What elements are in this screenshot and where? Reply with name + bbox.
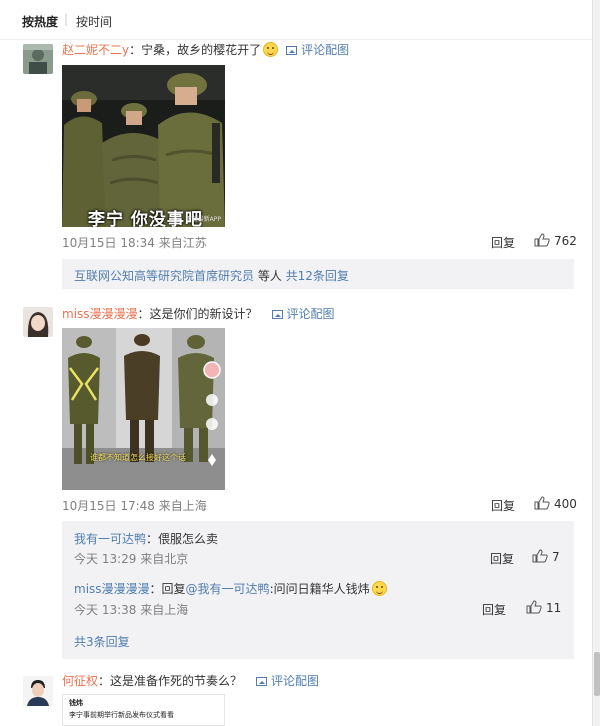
preview-title: 钱炜 [69,699,83,707]
thumbs-up-icon [534,233,550,247]
sub-reply-button[interactable]: 回复 [490,550,514,567]
avatar-image [23,44,53,74]
comment-image-link[interactable]: 评论配图 [286,41,349,58]
sub-reply-timestamp: 今天 13:29 来自北京 [74,552,189,566]
like-count: 762 [554,234,577,248]
replies-summary-suffix: 等人 [254,269,286,283]
sub-replies-box: 我有一可达鸭：偎服怎么卖 今天 13:29 来自北京 回复 7 miss漫漫漫漫… [62,521,574,659]
reply-button[interactable]: 回复 [491,234,515,251]
sort-divider: | [64,12,69,26]
comment-photo [62,328,225,490]
image-icon [271,310,283,319]
image-icon [256,677,268,686]
replies-summary-user[interactable]: 互联网公知高等研究院首席研究员 [74,269,254,283]
sub-reply-text: ：偎服怎么卖 [146,532,219,546]
sub-reply-username[interactable]: miss漫漫漫漫 [74,582,150,596]
sub-reply-button[interactable]: 回复 [482,601,506,618]
avatar-image [23,307,53,337]
view-all-replies-link[interactable]: 共3条回复 [74,633,130,650]
avatar[interactable] [23,676,53,706]
sub-reply-text: ：回复 [149,582,186,596]
sort-by-time-tab[interactable]: 按时间 [76,13,112,30]
sub-reply-text-cont: :问问日籍华人钱炜 [269,582,370,596]
comment-username[interactable]: 赵二妮不二y [62,43,129,57]
like-button[interactable]: 762 [534,233,577,248]
avatar[interactable] [23,44,53,74]
comment-image-link[interactable]: 评论配图 [271,305,335,322]
replies-summary-box: 互联网公知高等研究院首席研究员 等人 共12条回复 [62,259,574,289]
smile-emoji-icon [263,42,279,57]
comment-image-link-label: 评论配图 [301,43,350,57]
image-watermark: 下载最新APP [185,216,221,223]
thumbs-up-icon [532,549,548,563]
comment-photo [62,65,225,227]
image-caption: 谁都不知道怎么接好这个话 [90,453,186,462]
sub-reply-line: 我有一可达鸭：偎服怎么卖 [74,530,218,547]
image-icon [286,46,298,55]
avatar-image [23,676,53,706]
comment-image[interactable]: 李宁 你没事吧 下载最新APP [62,65,225,227]
sub-reply-like-count: 11 [546,601,562,615]
sub-reply-like-count: 7 [552,550,560,564]
sort-by-hot-tab[interactable]: 按热度 [22,13,58,30]
scrollbar[interactable] [592,0,600,726]
comment-text: ：这是你们的新设计？ [137,307,258,321]
comment-image[interactable]: 钱炜 李宁事前期举行新品发布仪式看看 [62,694,225,726]
laugh-emoji-icon [371,581,387,596]
thumbs-up-icon [534,496,550,510]
like-count: 400 [554,497,577,511]
comment-image[interactable]: 谁都不知道怎么接好这个话 [62,328,225,490]
sub-reply-like-button[interactable]: 11 [526,600,561,615]
comment-line: miss漫漫漫漫：这是你们的新设计？ 评论配图 [62,305,335,322]
comment-image-link[interactable]: 评论配图 [256,672,319,689]
sub-reply-username[interactable]: 我有一可达鸭 [74,532,146,546]
comment-image-link-label: 评论配图 [286,307,335,321]
comment-timestamp: 10月15日 17:48 来自上海 [62,499,207,513]
thumbs-up-icon [526,600,542,614]
comment-timestamp: 10月15日 18:34 来自江苏 [62,236,207,250]
scrollbar-thumb[interactable] [594,652,600,696]
comment-line: 赵二妮不二y：宁桑，故乡的樱花开了 评论配图 [62,41,349,58]
sort-bar: 按热度 | 按时间 [0,0,592,40]
sub-reply-like-button[interactable]: 7 [532,549,560,564]
comment-text: ：这是准备作死的节奏么？ [98,674,243,688]
like-button[interactable]: 400 [534,496,577,511]
avatar[interactable] [23,307,53,337]
comment-line: 何征权：这是准备作死的节奏么？ 评论配图 [62,672,319,689]
comment-username[interactable]: miss漫漫漫漫 [62,307,138,321]
sub-reply-line: miss漫漫漫漫：回复@我有一可达鸭:问问日籍华人钱炜 [74,580,387,597]
reply-button[interactable]: 回复 [491,497,515,514]
sub-reply-timestamp: 今天 13:38 来自上海 [74,603,189,617]
comment-username[interactable]: 何征权 [62,674,98,688]
replies-summary-line: 互联网公知高等研究院首席研究员 等人 共12条回复 [74,267,349,284]
view-all-replies-link[interactable]: 共12条回复 [286,269,349,283]
preview-text-line: 李宁事前期举行新品发布仪式看看 [69,711,174,719]
comment-text: ：宁桑，故乡的樱花开了 [129,43,262,57]
comment-image-link-label: 评论配图 [271,674,320,688]
sub-reply-mention[interactable]: @我有一可达鸭 [186,582,270,596]
